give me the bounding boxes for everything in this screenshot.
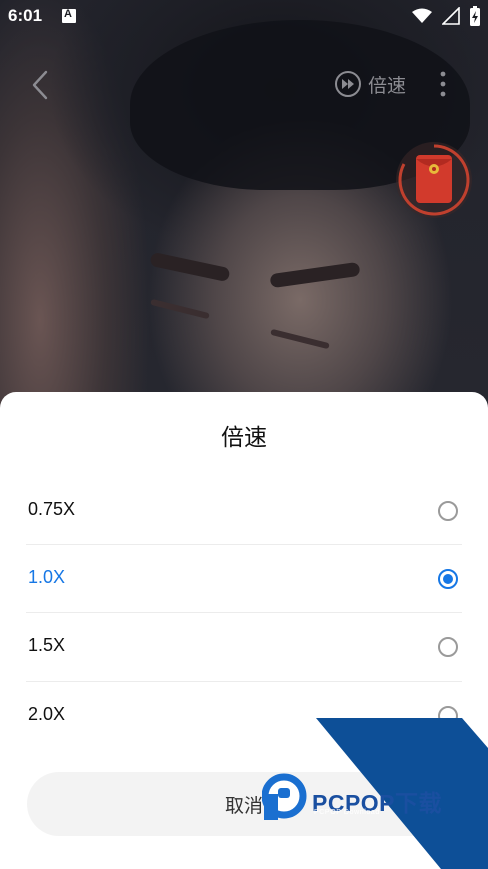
status-bar: 6:01 xyxy=(0,0,488,32)
speed-option-label: 1.5X xyxy=(28,635,66,655)
notification-a-icon xyxy=(62,8,76,23)
speed-option-label: 0.75X xyxy=(28,499,76,519)
status-icons xyxy=(412,6,480,26)
red-envelope-icon xyxy=(398,144,470,216)
signal-icon xyxy=(442,7,460,25)
more-vertical-icon xyxy=(440,71,446,97)
speed-button-label: 倍速 xyxy=(368,74,407,97)
video-frame-detail xyxy=(270,328,330,350)
wifi-icon xyxy=(412,8,432,23)
video-frame-detail xyxy=(150,298,210,320)
back-button[interactable] xyxy=(26,68,56,102)
speed-button[interactable]: 倍速 xyxy=(334,70,406,98)
player-top-bar: 倍速 xyxy=(0,60,488,108)
speed-option-label: 1.0X xyxy=(28,567,66,587)
back-chevron-icon xyxy=(32,70,48,100)
speed-option-1.5x[interactable]: 1.5X xyxy=(26,613,462,681)
video-frame-detail xyxy=(149,251,231,283)
more-options-button[interactable] xyxy=(432,70,454,98)
video-frame-detail xyxy=(269,261,361,289)
radio-button-icon[interactable] xyxy=(438,569,458,589)
battery-charging-icon xyxy=(470,6,480,26)
speed-play-icon xyxy=(335,71,361,97)
red-envelope-widget[interactable] xyxy=(396,142,472,218)
sheet-title: 倍速 xyxy=(221,425,267,451)
radio-button-icon[interactable] xyxy=(438,501,458,521)
radio-button-icon[interactable] xyxy=(438,637,458,657)
speed-option-1.0x[interactable]: 1.0X xyxy=(26,545,462,613)
watermark-subtitle: PCPOP Download xyxy=(314,809,380,816)
speed-option-0.75x[interactable]: 0.75X xyxy=(26,477,462,545)
status-time: 6:01 xyxy=(8,6,43,25)
speed-option-label: 2.0X xyxy=(28,704,66,724)
